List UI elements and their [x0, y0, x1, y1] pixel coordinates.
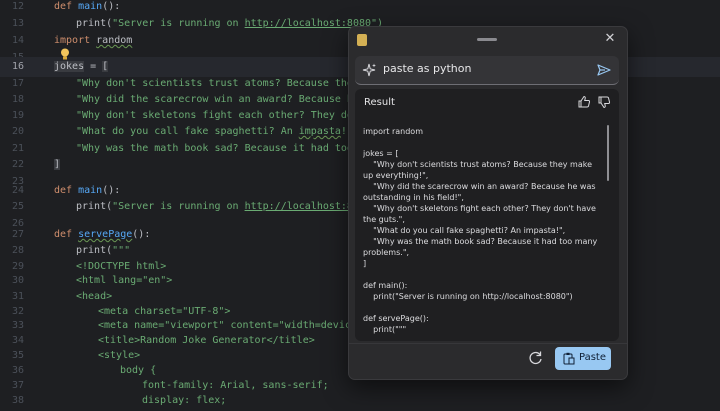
result-card: Result import random jokes = [ "Why don'… [355, 89, 619, 341]
footer-divider [349, 343, 627, 344]
paste-icon [563, 352, 575, 365]
line-number: 38 [11, 395, 24, 406]
code-line[interactable]: 38 display: flex; [0, 391, 720, 411]
code-text: display: flex; [142, 395, 227, 406]
close-icon[interactable]: ✕ [602, 31, 618, 47]
prompt-text: paste as python [383, 62, 472, 75]
refresh-icon[interactable] [527, 349, 545, 367]
send-icon[interactable] [596, 62, 612, 78]
thumbs-down-icon[interactable] [597, 95, 611, 109]
lightbulb-icon[interactable] [60, 48, 70, 60]
copilot-paste-panel: ✕ paste as python Result import random j… [348, 26, 628, 380]
sparkle-icon [362, 63, 376, 77]
result-text[interactable]: import random jokes = [ "Why don't scien… [363, 126, 603, 336]
result-scrollbar[interactable] [607, 125, 609, 181]
panel-titlebar[interactable]: ✕ [349, 27, 627, 53]
drag-handle[interactable] [477, 38, 497, 41]
app-icon [357, 34, 367, 46]
paste-button[interactable]: Paste [555, 347, 611, 370]
paste-label: Paste [579, 352, 606, 363]
thumbs-up-icon[interactable] [577, 95, 591, 109]
prompt-input[interactable]: paste as python [355, 56, 619, 85]
result-title: Result [364, 97, 395, 108]
